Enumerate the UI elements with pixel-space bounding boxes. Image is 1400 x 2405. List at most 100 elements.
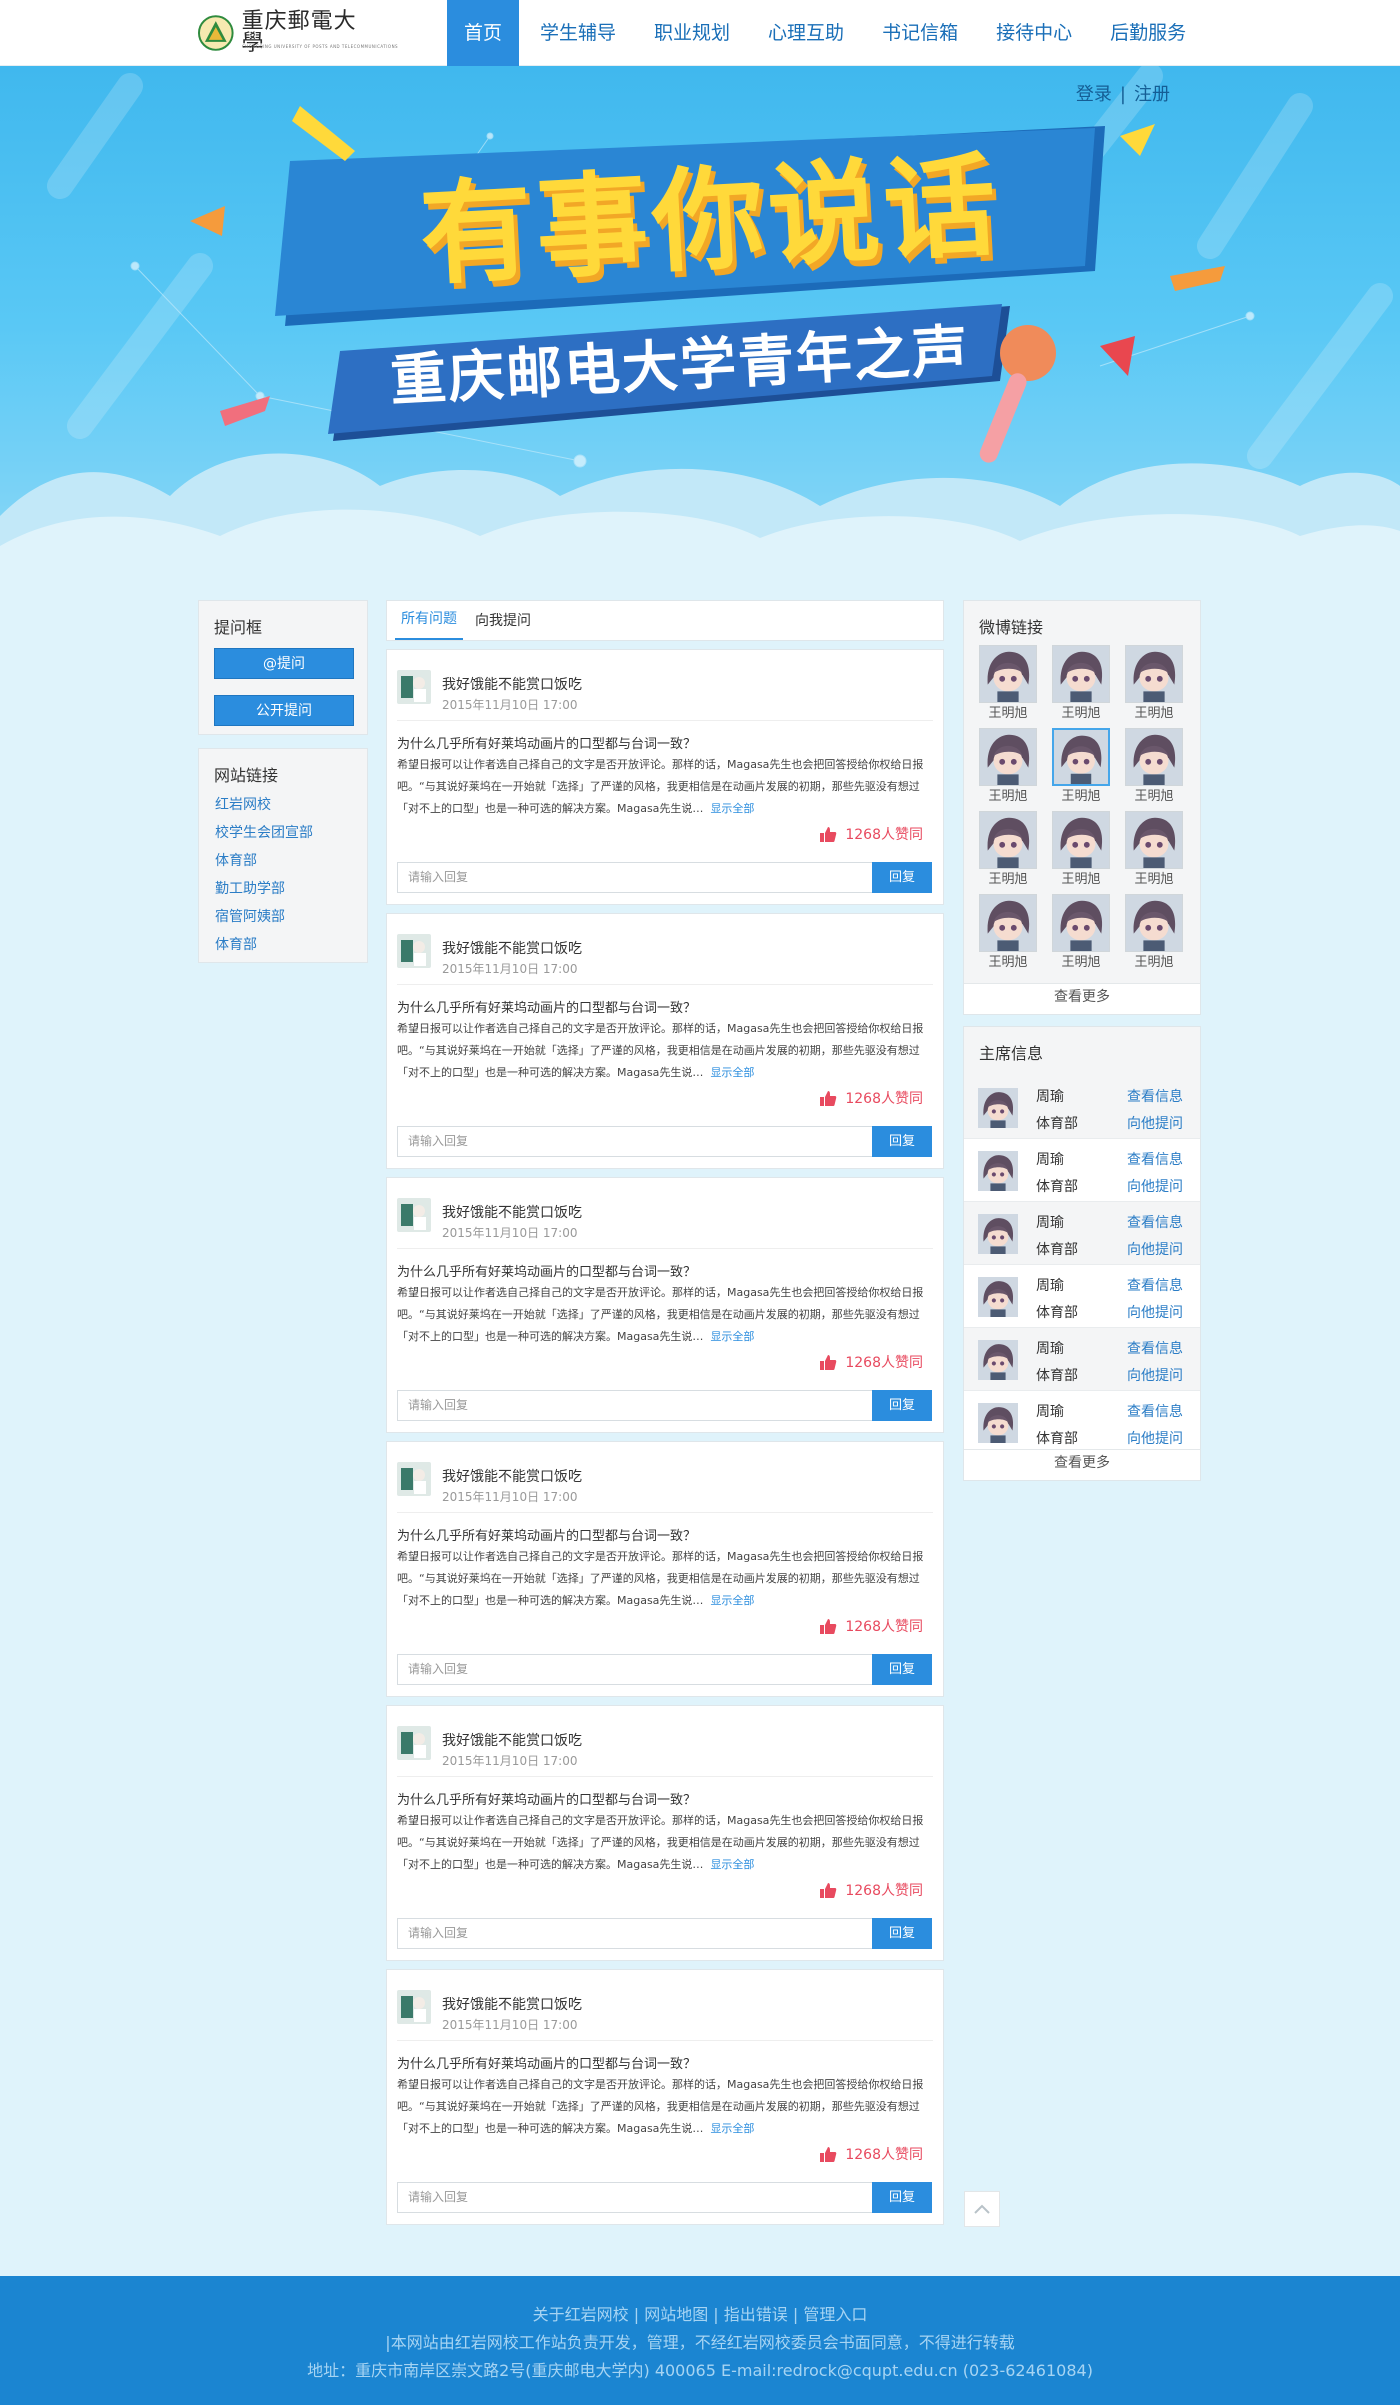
show-all-link[interactable]: 显示全部 [710, 1066, 754, 1079]
weibo-name[interactable]: 王明旭 [1052, 869, 1110, 891]
user-avatar-icon[interactable] [397, 1462, 431, 1496]
question-author[interactable]: 我好饿能不能赏口饭吃 [442, 1466, 582, 1486]
ask-him-link[interactable]: 向他提问 [1127, 1239, 1183, 1259]
weibo-item[interactable]: 王明旭 [1125, 894, 1183, 974]
weibo-item[interactable]: 王明旭 [1052, 645, 1110, 725]
login-link[interactable]: 登录 [1076, 84, 1112, 105]
weibo-item[interactable]: 王明旭 [979, 645, 1037, 725]
nav-career-planning[interactable]: 职业规划 [637, 0, 747, 66]
question-author[interactable]: 我好饿能不能赏口饭吃 [442, 1202, 582, 1222]
show-all-link[interactable]: 显示全部 [710, 1858, 754, 1871]
question-text[interactable]: 为什么几乎所有好莱坞动画片的口型都与台词一致？ [397, 2053, 696, 2072]
site-link-item[interactable]: 体育部 [215, 847, 351, 875]
weibo-see-more[interactable]: 查看更多 [964, 983, 1200, 1014]
view-info-link[interactable]: 查看信息 [1127, 1149, 1183, 1169]
show-all-link[interactable]: 显示全部 [710, 1330, 754, 1343]
weibo-item[interactable]: 王明旭 [979, 894, 1037, 974]
public-ask-button[interactable]: 公开提问 [214, 695, 354, 726]
footer-links[interactable]: 关于红岩网校 | 网站地图 | 指出错误 | 管理入口 [0, 2301, 1400, 2329]
nav-student-guidance[interactable]: 学生辅导 [523, 0, 633, 66]
view-info-link[interactable]: 查看信息 [1127, 1212, 1183, 1232]
view-info-link[interactable]: 查看信息 [1127, 1338, 1183, 1358]
like-count[interactable]: 1268人赞同 [819, 2144, 923, 2164]
ask-him-link[interactable]: 向他提问 [1127, 1113, 1183, 1133]
like-count[interactable]: 1268人赞同 [819, 1088, 923, 1108]
weibo-item[interactable]: 王明旭 [979, 728, 1037, 808]
question-author[interactable]: 我好饿能不能赏口饭吃 [442, 1730, 582, 1750]
ask-him-link[interactable]: 向他提问 [1127, 1176, 1183, 1196]
weibo-name[interactable]: 王明旭 [1052, 952, 1110, 974]
view-info-link[interactable]: 查看信息 [1127, 1086, 1183, 1106]
user-avatar-icon[interactable] [397, 1726, 431, 1760]
user-avatar-icon[interactable] [397, 934, 431, 968]
nav-mental-support[interactable]: 心理互助 [751, 0, 861, 66]
reply-input[interactable]: 请输入回复 [397, 862, 877, 893]
weibo-name[interactable]: 王明旭 [979, 786, 1037, 808]
nav-home[interactable]: 首页 [447, 0, 520, 66]
university-logo[interactable]: 重庆郵電大學 CHONGQING UNIVERSITY OF POSTS AND… [198, 11, 398, 55]
user-avatar-icon[interactable] [397, 1198, 431, 1232]
back-to-top-button[interactable] [964, 2191, 1000, 2227]
reply-input[interactable]: 请输入回复 [397, 1126, 877, 1157]
nav-secretary-mailbox[interactable]: 书记信箱 [865, 0, 975, 66]
ask-him-link[interactable]: 向他提问 [1127, 1365, 1183, 1385]
register-link[interactable]: 注册 [1134, 84, 1170, 105]
question-text[interactable]: 为什么几乎所有好莱坞动画片的口型都与台词一致？ [397, 1789, 696, 1808]
question-text[interactable]: 为什么几乎所有好莱坞动画片的口型都与台词一致？ [397, 997, 696, 1016]
weibo-item[interactable]: 王明旭 [979, 811, 1037, 891]
nav-logistics[interactable]: 后勤服务 [1093, 0, 1203, 66]
reply-button[interactable]: 回复 [872, 1126, 932, 1157]
question-text[interactable]: 为什么几乎所有好莱坞动画片的口型都与台词一致？ [397, 1525, 696, 1544]
question-author[interactable]: 我好饿能不能赏口饭吃 [442, 674, 582, 694]
reply-input[interactable]: 请输入回复 [397, 1390, 877, 1421]
question-author[interactable]: 我好饿能不能赏口饭吃 [442, 938, 582, 958]
like-count[interactable]: 1268人赞同 [819, 1880, 923, 1900]
at-ask-button[interactable]: @提问 [214, 648, 354, 679]
reply-button[interactable]: 回复 [872, 1390, 932, 1421]
reply-input[interactable]: 请输入回复 [397, 1918, 877, 1949]
like-count[interactable]: 1268人赞同 [819, 1616, 923, 1636]
question-text[interactable]: 为什么几乎所有好莱坞动画片的口型都与台词一致？ [397, 733, 696, 752]
weibo-item[interactable]: 王明旭 [1052, 894, 1110, 974]
show-all-link[interactable]: 显示全部 [710, 2122, 754, 2135]
site-link-item[interactable]: 体育部 [215, 931, 351, 959]
weibo-name[interactable]: 王明旭 [1125, 952, 1183, 974]
show-all-link[interactable]: 显示全部 [710, 802, 754, 815]
view-info-link[interactable]: 查看信息 [1127, 1401, 1183, 1421]
tab-all-questions[interactable]: 所有问题 [395, 600, 463, 640]
reply-button[interactable]: 回复 [872, 1918, 932, 1949]
weibo-name[interactable]: 王明旭 [1125, 703, 1183, 725]
like-count[interactable]: 1268人赞同 [819, 824, 923, 844]
question-author[interactable]: 我好饿能不能赏口饭吃 [442, 1994, 582, 2014]
view-info-link[interactable]: 查看信息 [1127, 1275, 1183, 1295]
weibo-name[interactable]: 王明旭 [979, 869, 1037, 891]
weibo-name[interactable]: 王明旭 [979, 703, 1037, 725]
user-avatar-icon[interactable] [397, 1990, 431, 2024]
show-all-link[interactable]: 显示全部 [710, 1594, 754, 1607]
weibo-item[interactable]: 王明旭 [1125, 811, 1183, 891]
user-avatar-icon[interactable] [397, 670, 431, 704]
reply-input[interactable]: 请输入回复 [397, 2182, 877, 2213]
nav-reception-center[interactable]: 接待中心 [979, 0, 1089, 66]
site-link-item[interactable]: 校学生会团宣部 [215, 819, 351, 847]
reply-button[interactable]: 回复 [872, 862, 932, 893]
weibo-name[interactable]: 王明旭 [1052, 786, 1110, 808]
weibo-item[interactable]: 王明旭 [1125, 645, 1183, 725]
reply-button[interactable]: 回复 [872, 1654, 932, 1685]
question-text[interactable]: 为什么几乎所有好莱坞动画片的口型都与台词一致？ [397, 1261, 696, 1280]
ask-him-link[interactable]: 向他提问 [1127, 1428, 1183, 1448]
site-link-item[interactable]: 宿管阿姨部 [215, 903, 351, 931]
weibo-name[interactable]: 王明旭 [1125, 869, 1183, 891]
like-count[interactable]: 1268人赞同 [819, 1352, 923, 1372]
weibo-item[interactable]: 王明旭 [1125, 728, 1183, 808]
site-link-item[interactable]: 勤工助学部 [215, 875, 351, 903]
site-link-item[interactable]: 红岩网校 [215, 791, 351, 819]
reply-button[interactable]: 回复 [872, 2182, 932, 2213]
weibo-name[interactable]: 王明旭 [979, 952, 1037, 974]
weibo-name[interactable]: 王明旭 [1052, 703, 1110, 725]
weibo-name[interactable]: 王明旭 [1125, 786, 1183, 808]
tab-asked-me[interactable]: 向我提问 [469, 602, 537, 640]
reply-input[interactable]: 请输入回复 [397, 1654, 877, 1685]
ask-him-link[interactable]: 向他提问 [1127, 1302, 1183, 1322]
weibo-item[interactable]: 王明旭 [1052, 728, 1110, 808]
